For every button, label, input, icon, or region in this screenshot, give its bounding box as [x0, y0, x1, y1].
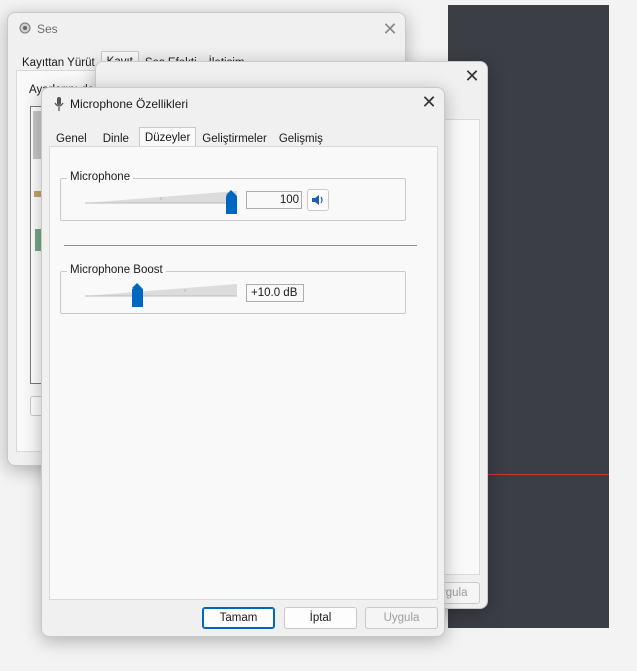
section-divider	[64, 245, 417, 246]
microphone-boost-group: Microphone Boost +10.0 dB	[60, 264, 406, 314]
levels-panel: Microphone 100 Microphone Boost +10.0 dB	[49, 146, 438, 600]
middle-close-icon[interactable]: ✕	[460, 64, 484, 88]
mute-speaker-button[interactable]	[307, 189, 329, 211]
microphone-slider[interactable]	[85, 188, 240, 214]
mic-tabs: Genel Dinle Düzeyler Geliştirmeler Geliş…	[50, 126, 329, 149]
apply-button[interactable]: Uygula	[365, 607, 438, 629]
speaker-icon	[311, 193, 325, 210]
microphone-icon	[54, 96, 64, 115]
microphone-level-value[interactable]: 100	[246, 191, 302, 209]
mic-title: Microphone Özellikleri	[70, 97, 189, 111]
microphone-boost-slider-thumb[interactable]	[132, 283, 143, 307]
microphone-properties-window: Microphone Özellikleri ✕ Genel Dinle Düz…	[41, 87, 445, 637]
microphone-boost-label: Microphone Boost	[67, 264, 166, 276]
microphone-label: Microphone	[67, 171, 134, 183]
ok-button[interactable]: Tamam	[202, 607, 275, 629]
microphone-slider-thumb[interactable]	[226, 190, 237, 214]
mic-titlebar: Microphone Özellikleri ✕	[42, 88, 444, 120]
microphone-boost-value[interactable]: +10.0 dB	[246, 284, 304, 302]
ses-titlebar: Ses ✕	[8, 13, 405, 45]
microphone-group: Microphone 100	[60, 171, 406, 221]
speaker-app-icon	[19, 21, 31, 35]
microphone-boost-slider[interactable]	[85, 281, 240, 307]
cancel-button[interactable]: İptal	[284, 607, 357, 629]
mic-close-icon[interactable]: ✕	[417, 90, 441, 114]
ses-close-icon[interactable]: ✕	[378, 17, 402, 41]
ses-title: Ses	[37, 22, 58, 36]
